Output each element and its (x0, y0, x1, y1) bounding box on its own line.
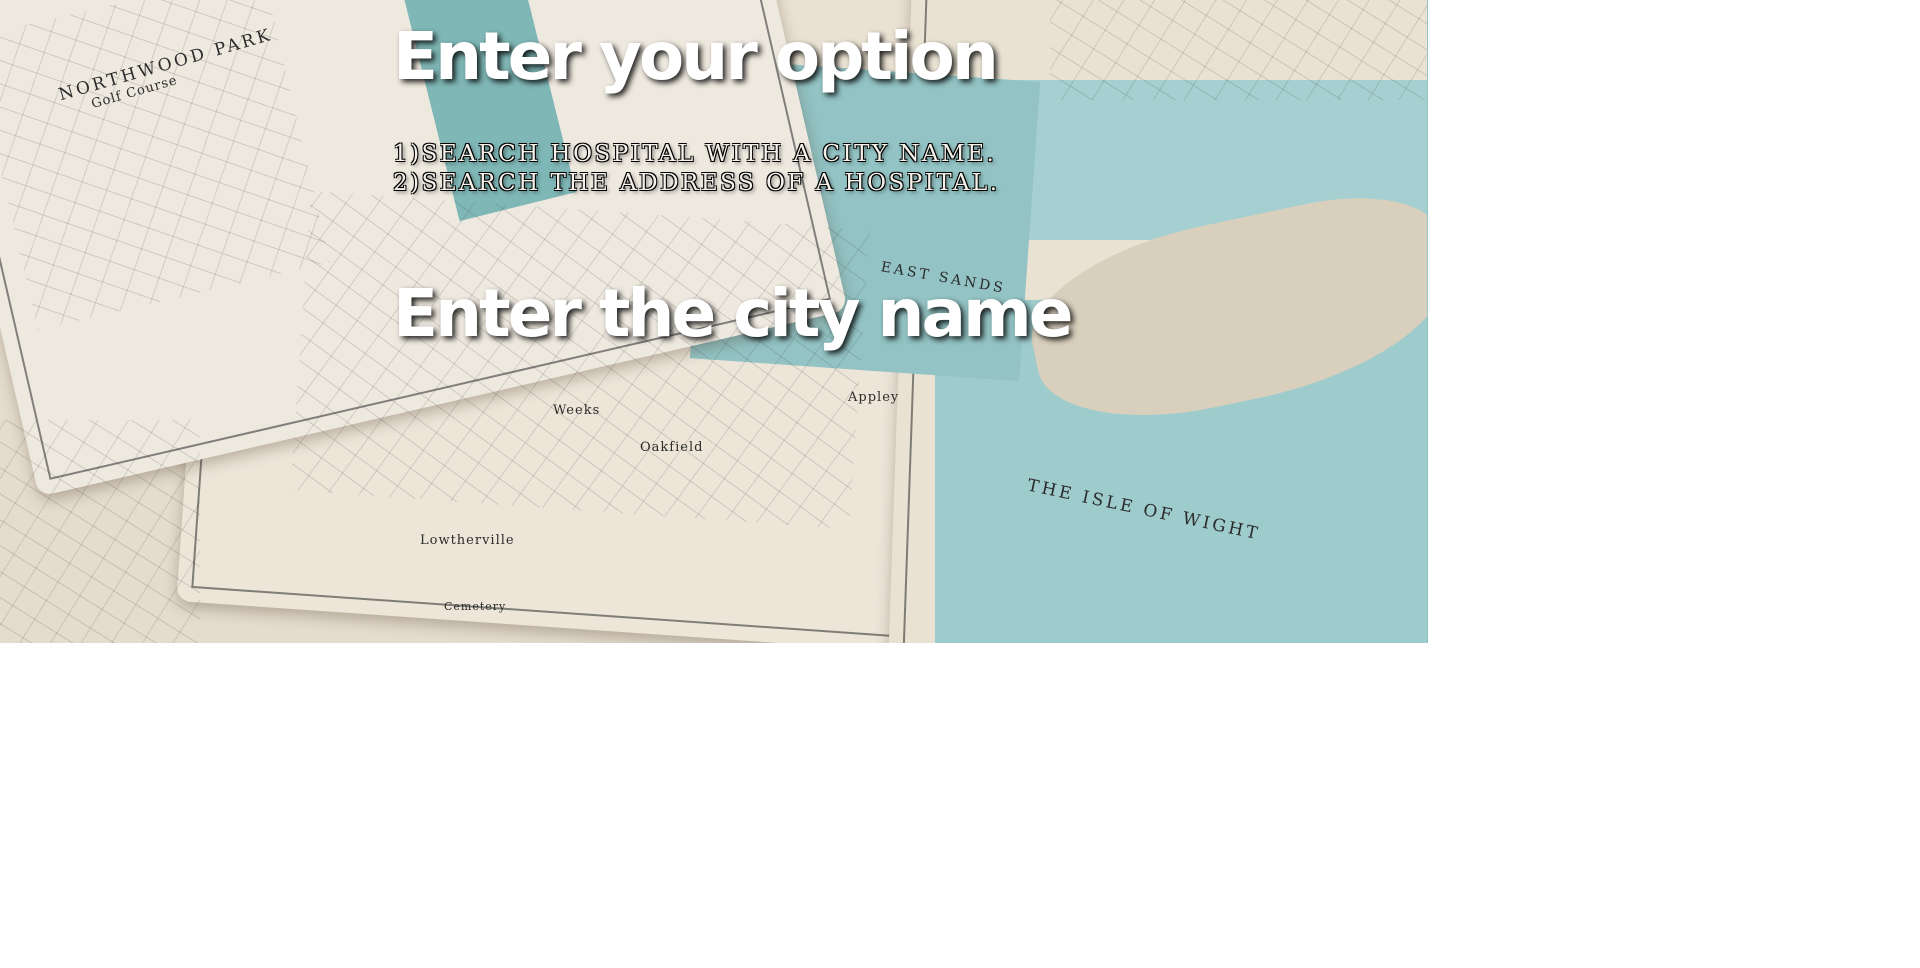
option-heading: Enter your option (393, 18, 999, 95)
map-streets (0, 420, 200, 643)
options-list: 1)SEARCH HOSPITAL WITH A CITY NAME. 2)SE… (393, 140, 1000, 198)
hero-edge (1427, 0, 1428, 643)
map-label-cemetery: Cemetery (444, 600, 507, 613)
map-label-lowtherville: Lowtherville (420, 533, 515, 548)
option-item-2: 2)SEARCH THE ADDRESS OF A HOSPITAL. (393, 170, 1000, 196)
city-heading: Enter the city name (393, 275, 1074, 352)
map-streets (290, 190, 870, 530)
map-label-weeks: Weeks (553, 403, 601, 418)
map-label-oakfield: Oakfield (640, 440, 704, 455)
map-streets (1050, 0, 1428, 100)
hero-banner: NORTHWOOD PARK Golf Course EAST SANDS TH… (0, 0, 1428, 643)
option-item-1: 1)SEARCH HOSPITAL WITH A CITY NAME. (393, 141, 997, 167)
map-label-appley: Appley (848, 390, 900, 405)
